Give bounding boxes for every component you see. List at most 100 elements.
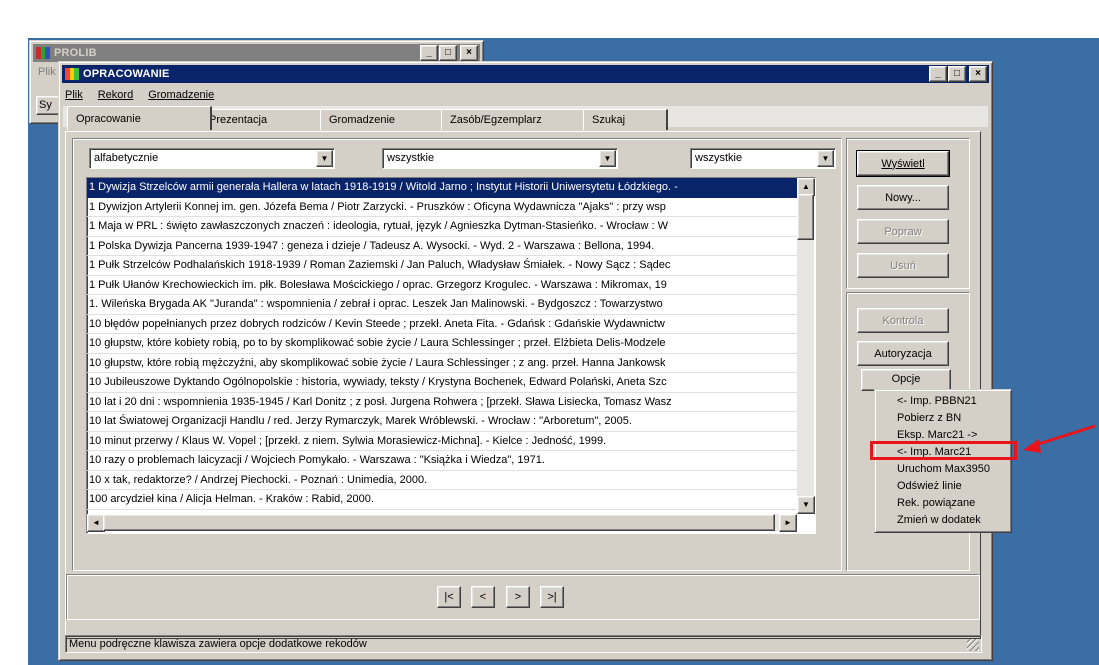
prolib-tab-fragment[interactable]: Sy: [36, 96, 60, 115]
first-record-button[interactable]: |<: [437, 586, 461, 608]
context-menu-item[interactable]: Odśwież linie: [875, 478, 1011, 495]
last-record-label: >|: [547, 591, 557, 603]
scope-value: wszystkie: [387, 152, 435, 164]
menu-plik[interactable]: Plik: [65, 89, 83, 101]
scroll-thumb[interactable]: [797, 194, 814, 240]
status-bar: Menu podręczne klawisza zawiera opcje do…: [65, 635, 982, 653]
opracowanie-app-icon: [65, 68, 80, 80]
table-row[interactable]: 10 lat i 20 dni : wspomnienia 1935-1945 …: [87, 393, 797, 412]
table-row[interactable]: 10 lat Światowej Organizacji Handlu / re…: [87, 412, 797, 432]
scroll-right-button[interactable]: ►: [779, 514, 797, 532]
tab-zasob-label: Zasób/Egzemplarz: [450, 114, 542, 126]
fix-button[interactable]: Popraw: [857, 219, 949, 244]
menu-gromadzenie[interactable]: Gromadzenie: [148, 89, 214, 101]
context-menu-item[interactable]: Uruchom Max3950: [875, 461, 1011, 478]
close-button[interactable]: ×: [460, 45, 478, 61]
context-menu-item[interactable]: <- Imp. PBBN21: [875, 393, 1011, 410]
fix-button-label: Popraw: [884, 225, 922, 238]
tab-panel-opracowanie: alfabetycznie ▼ wszystkie ▼ wszystkie ▼ …: [65, 131, 981, 639]
new-button-label: Nowy...: [885, 191, 921, 204]
hscroll-thumb[interactable]: [103, 514, 775, 531]
highlight-box: [870, 441, 1017, 460]
tab-gromadzenie-label: Gromadzenie: [329, 114, 396, 126]
records-rows: 1 Dywizja Strzelców armii generała Halle…: [87, 178, 797, 529]
table-row[interactable]: 1 Pułk Strzelców Podhalańskich 1918-1939…: [87, 256, 797, 276]
close-button[interactable]: ×: [969, 66, 987, 82]
red-arrow-icon: [1023, 424, 1096, 453]
first-record-label: |<: [444, 591, 454, 603]
previous-record-button[interactable]: <: [471, 586, 495, 608]
table-row[interactable]: 10 x tak, redaktorze? / Andrzej Piechock…: [87, 471, 797, 490]
sort-order-select[interactable]: alfabetycznie ▼: [89, 148, 335, 169]
opracowanie-window[interactable]: OPRACOWANIE _ □ × Plik Rekord Gromadzeni…: [58, 61, 993, 661]
prolib-app-icon: [36, 47, 51, 59]
maximize-button[interactable]: □: [439, 45, 457, 61]
prolib-title: PROLIB: [54, 47, 97, 59]
show-button-label: Wyświetl: [881, 157, 925, 170]
control-button[interactable]: Kontrola: [857, 308, 949, 333]
horizontal-scrollbar[interactable]: ◄ ►: [87, 514, 797, 532]
records-list[interactable]: 1 Dywizja Strzelców armii generała Halle…: [86, 177, 816, 534]
chevron-down-icon[interactable]: ▼: [599, 150, 616, 167]
table-row[interactable]: 10 błędów popełnianych przez dobrych rod…: [87, 315, 797, 334]
tab-gromadzenie[interactable]: Gromadzenie: [320, 109, 446, 130]
tab-prezentacja-label: Prezentacja: [209, 114, 268, 126]
control-button-label: Kontrola: [882, 314, 924, 327]
table-row[interactable]: 1 Polska Dywizja Pancerna 1939-1947 : ge…: [87, 237, 797, 256]
window-title: OPRACOWANIE: [83, 68, 170, 80]
menu-rekord[interactable]: Rekord: [98, 89, 133, 101]
table-row[interactable]: 10 głupstw, które robią mężczyźni, aby s…: [87, 354, 797, 373]
table-row[interactable]: 1. Wileńska Brygada AK "Juranda" : wspom…: [87, 295, 797, 315]
new-button[interactable]: Nowy...: [857, 185, 949, 210]
tab-szukaj[interactable]: Szukaj: [583, 109, 668, 130]
size-grip-icon[interactable]: [967, 639, 979, 651]
context-menu-item[interactable]: Rek. powiązane: [875, 495, 1011, 512]
previous-record-label: <: [479, 591, 487, 603]
tab-szukaj-label: Szukaj: [592, 114, 626, 126]
options-button[interactable]: Opcje: [861, 369, 951, 391]
next-record-button[interactable]: >: [506, 586, 530, 608]
vertical-scrollbar[interactable]: ▲ ▼: [797, 178, 815, 514]
authorize-button-label: Autoryzacja: [874, 347, 932, 360]
tab-opracowanie[interactable]: Opracowanie: [67, 106, 212, 130]
tab-zasob-egzemplarz[interactable]: Zasób/Egzemplarz: [441, 109, 587, 130]
table-row[interactable]: 1 Pułk Ułanów Krechowieckich im. płk. Bo…: [87, 276, 797, 295]
tab-prezentacja[interactable]: Prezentacja: [200, 109, 324, 130]
menu-bar: Plik Rekord Gromadzenie: [65, 86, 229, 104]
options-button-label: Opcje: [891, 373, 921, 385]
context-menu-item[interactable]: Zmień w dodatek: [875, 512, 1011, 529]
next-record-label: >: [514, 591, 522, 603]
status-text: Menu podręczne klawisza zawiera opcje do…: [69, 638, 367, 650]
chevron-down-icon[interactable]: ▼: [817, 150, 834, 167]
table-row[interactable]: 1 Dywizja Strzelców armii generała Halle…: [87, 178, 797, 198]
context-menu-item[interactable]: Pobierz z BN: [875, 410, 1011, 427]
context-menu-items: <- Imp. PBBN21 Pobierz z BN Eksp. Marc21 -…: [875, 393, 1011, 529]
sort-order-value: alfabetycznie: [94, 152, 159, 164]
opracowanie-titlebar[interactable]: OPRACOWANIE _ □ ×: [62, 65, 989, 83]
prolib-menu-fragment[interactable]: Plik: [38, 66, 56, 78]
show-button[interactable]: Wyświetl: [856, 150, 950, 177]
prolib-titlebar[interactable]: PROLIB _ □ ×: [33, 44, 480, 62]
scroll-down-button[interactable]: ▼: [797, 496, 815, 514]
table-row[interactable]: 1 Maja w PRL : święto zawłaszczonych zna…: [87, 217, 797, 237]
table-row[interactable]: 10 minut przerwy / Klaus W. Vopel ; [prz…: [87, 432, 797, 451]
table-row[interactable]: 1 Dywizjon Artylerii Konnej im. gen. Józ…: [87, 198, 797, 217]
table-row[interactable]: 100 arcydzieł kina / Alicja Helman. - Kr…: [87, 490, 797, 510]
scope2-value: wszystkie: [695, 152, 743, 164]
options-context-menu: <- Imp. PBBN21 Pobierz z BN Eksp. Marc21 -…: [874, 389, 1012, 533]
delete-button[interactable]: Usuń: [857, 253, 949, 278]
table-row[interactable]: 10 razy o problemach laicyzacji / Wojcie…: [87, 451, 797, 471]
table-row[interactable]: 10 Jubileuszowe Dyktando Ogólnopolskie :…: [87, 373, 797, 393]
authorize-button[interactable]: Autoryzacja: [857, 341, 949, 366]
scope2-select[interactable]: wszystkie ▼: [690, 148, 836, 169]
tab-row: Opracowanie Prezentacja Gromadzenie Zasó…: [67, 106, 767, 131]
chevron-down-icon[interactable]: ▼: [316, 150, 333, 167]
table-row[interactable]: 10 głupstw, które kobiety robią, po to b…: [87, 334, 797, 354]
tab-opracowanie-label: Opracowanie: [76, 112, 141, 125]
last-record-button[interactable]: >|: [540, 586, 564, 608]
delete-button-label: Usuń: [890, 259, 916, 272]
minimize-button[interactable]: _: [929, 66, 947, 82]
maximize-button[interactable]: □: [948, 66, 966, 82]
scope-select[interactable]: wszystkie ▼: [382, 148, 618, 169]
minimize-button[interactable]: _: [420, 45, 438, 61]
